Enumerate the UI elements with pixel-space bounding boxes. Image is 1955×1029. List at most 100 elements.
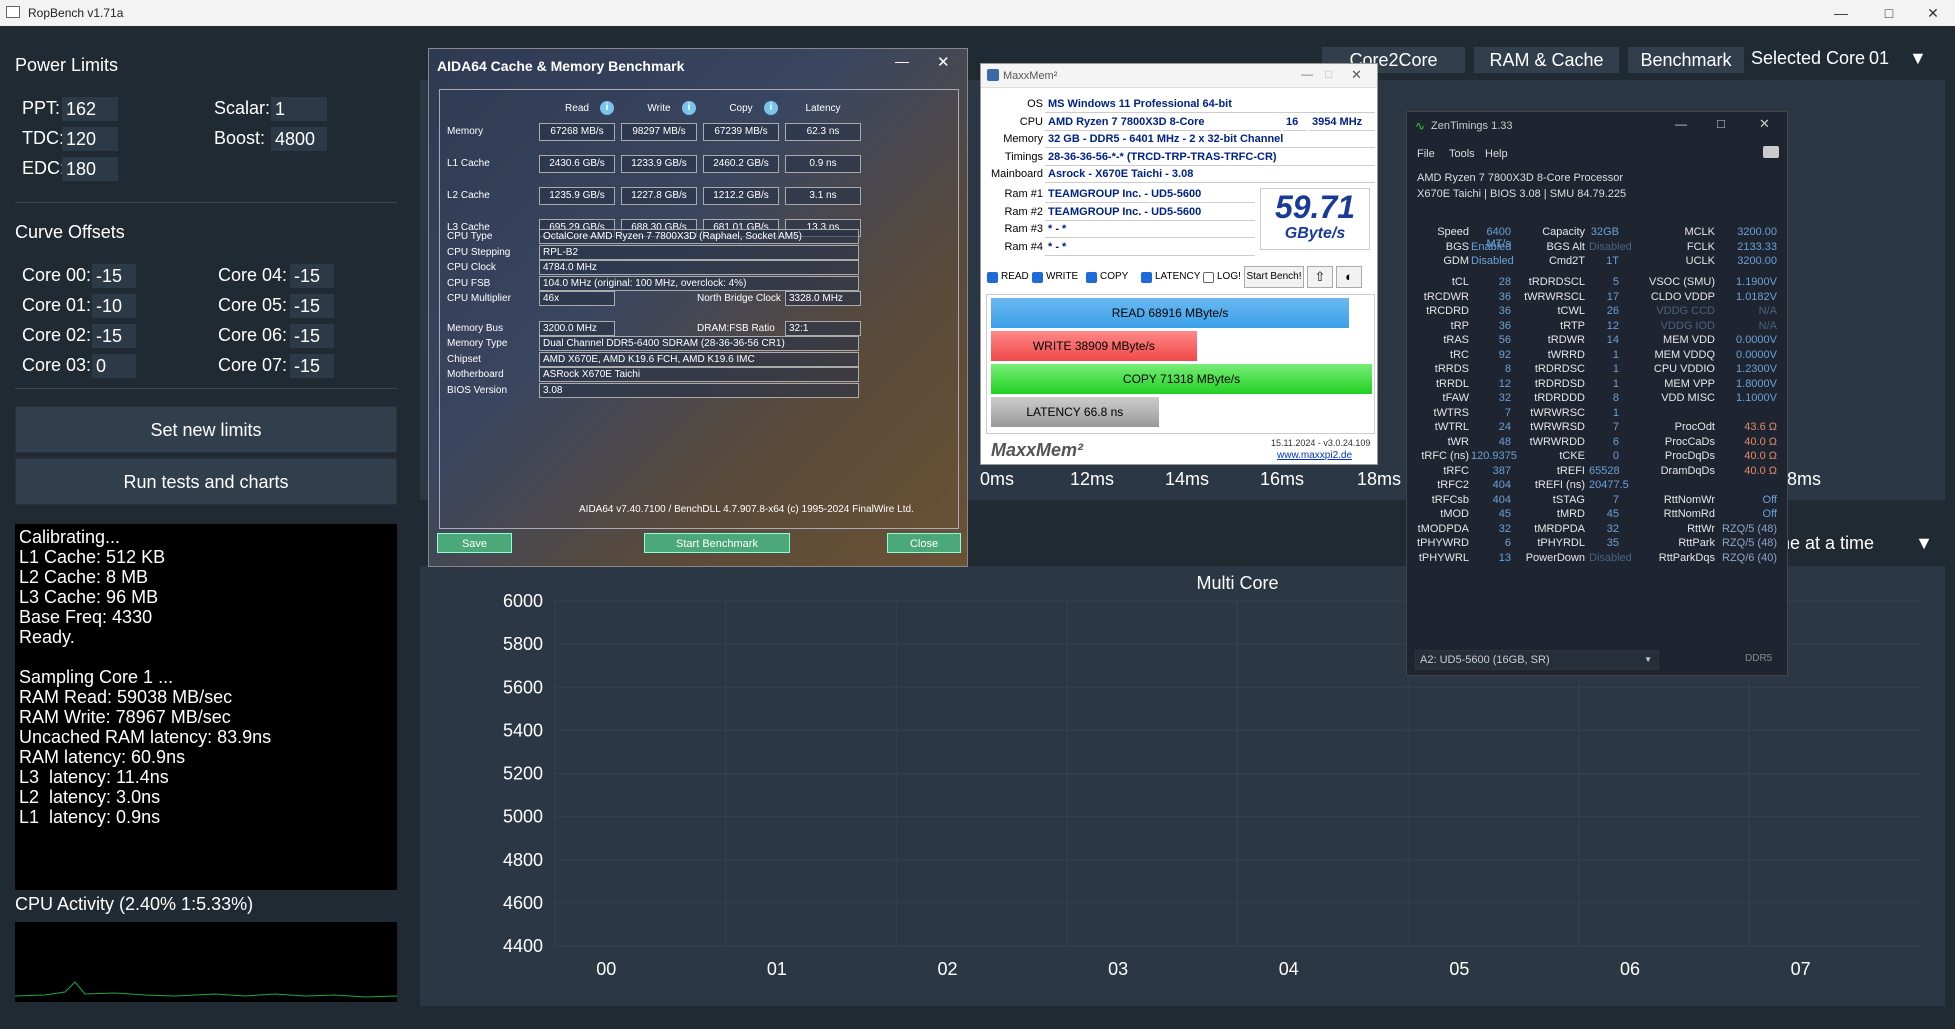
zen-label: tPHYWRD [1417, 537, 1469, 549]
minimize-icon[interactable]: — [1821, 2, 1861, 24]
save-button[interactable]: Save [437, 533, 512, 553]
core-offset-input[interactable]: -15 [290, 354, 334, 378]
latency-x-tick: 16ms [1260, 469, 1305, 489]
core-offset-input[interactable]: -15 [290, 264, 334, 288]
run-tests-button[interactable]: Run tests and charts [15, 458, 397, 505]
console-line: L3 latency: 11.4ns [19, 767, 169, 787]
y-tick-label: 4600 [503, 893, 543, 913]
zen-label: RttParkDqs [1658, 551, 1715, 564]
maximize-icon[interactable]: □ [1325, 67, 1332, 81]
close-icon[interactable]: ✕ [1913, 2, 1953, 24]
zen-value: 14 [1606, 334, 1619, 346]
zen-value: Off [1762, 508, 1777, 520]
core-offset-label: Core 06: [218, 325, 288, 345]
tab-benchmark[interactable]: Benchmark [1628, 47, 1744, 73]
maxxmem-date: 15.11.2024 - v3.0.24.109 [1271, 438, 1371, 448]
zen-board: X670E Taichi | BIOS 3.08 | SMU 84.79.225 [1417, 188, 1627, 200]
zen-value: 36 [1498, 290, 1511, 303]
zen-label: tWRWRSCL [1524, 290, 1585, 303]
core-offset-input[interactable]: -15 [290, 324, 334, 348]
selected-core-label: Selected Core [1751, 48, 1866, 68]
menu-item[interactable]: Help [1485, 148, 1508, 160]
zen-label: ProcDqDs [1664, 450, 1715, 462]
close-icon[interactable]: ✕ [937, 53, 950, 71]
maximize-icon[interactable]: □ [1717, 116, 1725, 131]
camera-icon[interactable] [1763, 146, 1779, 158]
minimize-icon[interactable]: — [895, 53, 909, 69]
tab-ram-cache[interactable]: RAM & Cache [1474, 47, 1619, 73]
maximize-icon[interactable]: □ [1869, 2, 1909, 24]
checkbox-label: LATENCY [1155, 271, 1201, 282]
zen-value: 35 [1606, 537, 1619, 549]
gauge-icon[interactable]: ◐ [1336, 266, 1362, 288]
upload-icon[interactable]: ⇧ [1307, 266, 1333, 288]
edc-input[interactable]: 180 [62, 157, 118, 181]
info-icon[interactable]: i [764, 101, 778, 115]
zen-label: tRFC (ns) [1421, 450, 1469, 462]
close-icon[interactable]: ✕ [1759, 116, 1770, 132]
menu-item[interactable]: File [1417, 148, 1435, 160]
close-button[interactable]: Close [887, 533, 961, 553]
zen-label: tCL [1451, 276, 1469, 288]
curve-offsets-heading: Curve Offsets [15, 222, 125, 242]
aida-info-value: 104.0 MHz (original: 100 MHz, overclock:… [539, 275, 859, 291]
maxxmem-link[interactable]: www.maxxpi2.de [1277, 450, 1352, 461]
cpu-activity-label: CPU Activity (2.40% 1:5.33%) [15, 894, 254, 914]
write-bar: WRITE 38909 MByte/s [991, 331, 1197, 361]
boost-input[interactable]: 4800 [271, 127, 327, 151]
set-new-limits-button[interactable]: Set new limits [15, 406, 397, 453]
aida-info-label: DRAM:FSB Ratio [697, 323, 775, 334]
tdc-input[interactable]: 120 [62, 127, 118, 151]
start-bench-button[interactable]: Start Bench! [1244, 266, 1304, 288]
dimm-select[interactable]: A2: UD5-5600 (16GB, SR) ▼ [1415, 650, 1659, 670]
checkbox-checked[interactable] [1086, 272, 1097, 283]
core-offset-input[interactable]: -15 [290, 294, 334, 318]
read-bar: READ 68916 MByte/s [991, 298, 1350, 328]
menu-item[interactable]: Tools [1449, 148, 1475, 160]
zen-label: tREFI [1556, 464, 1585, 477]
console-line: L3 Cache: 96 MB [19, 587, 159, 607]
zen-value: 0 [1612, 450, 1619, 462]
checkbox-checked[interactable] [1141, 272, 1152, 283]
selected-core-select[interactable]: 01 ▼ [1869, 48, 1927, 69]
checkbox-label: WRITE [1046, 271, 1079, 282]
zen-label: tRC [1450, 348, 1469, 361]
minimize-icon[interactable]: — [1675, 117, 1687, 131]
aida-info-label: CPU Stepping [447, 246, 511, 258]
copy-bar-label: COPY 71318 MByte/s [1122, 372, 1241, 386]
close-icon[interactable]: ✕ [1351, 67, 1362, 83]
zentimings-app-icon: ∿ [1415, 119, 1426, 133]
aida-result-cell: 3.1 ns [785, 187, 861, 205]
zen-label: VSOC (SMU) [1649, 276, 1715, 288]
core-offset-label: Core 01: [22, 295, 92, 315]
zen-label: RttNomWr [1663, 493, 1715, 506]
console-line: RAM Write: 78967 MB/sec [19, 707, 231, 727]
console-line: L1 latency: 0.9ns [19, 807, 161, 827]
console-line: RAM Read: 59038 MB/sec [19, 687, 233, 707]
maxx-cpu-threads: 16 [1283, 114, 1307, 131]
core-offset-input[interactable]: -10 [92, 294, 136, 318]
maxx-cpu-mhz: 3954 MHz [1309, 114, 1375, 131]
y-tick-label: 5000 [503, 807, 543, 827]
minimize-icon[interactable]: — [1301, 67, 1313, 81]
zen-value: 1.8000V [1736, 377, 1777, 390]
zen-label: VDDG CCD [1656, 305, 1715, 317]
checkbox-checked[interactable] [1032, 272, 1043, 283]
maxx-ram-value: TEAMGROUP Inc. - UD5-5600 [1045, 204, 1255, 221]
zen-value: 56 [1498, 334, 1511, 346]
checkbox-checked[interactable] [987, 272, 998, 283]
start-benchmark-button[interactable]: Start Benchmark [644, 533, 790, 553]
info-icon[interactable]: i [600, 101, 614, 115]
core-offset-input[interactable]: -15 [92, 264, 136, 288]
mode-select[interactable]: ne at a time ▼ [1780, 533, 1933, 554]
info-icon[interactable]: i [682, 101, 696, 115]
scalar-input[interactable]: 1 [271, 97, 327, 121]
ppt-input[interactable]: 162 [62, 97, 118, 121]
maxxmem-logo: MaxxMem² [991, 440, 1084, 460]
core-offset-input[interactable]: -15 [92, 324, 136, 348]
checkbox[interactable] [1203, 272, 1214, 283]
zen-label: RttNomRd [1663, 508, 1715, 520]
zen-label: tWRRD [1547, 348, 1585, 361]
core-offset-input[interactable]: 0 [92, 354, 136, 378]
